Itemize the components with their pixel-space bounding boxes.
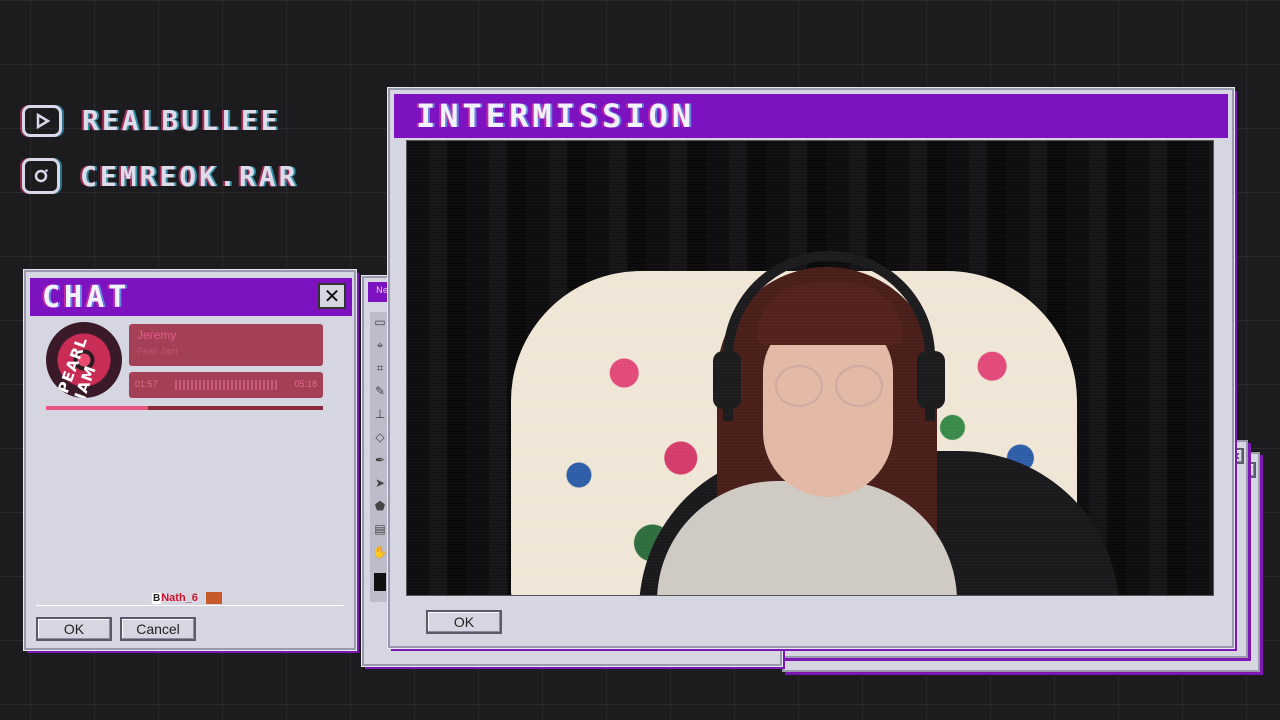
waveform [175, 380, 279, 390]
chat-username: Nath_6 [161, 592, 198, 604]
social-instagram: CEMREOK.RAR [22, 158, 298, 194]
now-playing-card: Jeremy Pearl Jam [129, 324, 323, 366]
paint-title: Ne [376, 286, 389, 296]
tool-palette: ▭ ⌖ ⌗ ✎ ⊥ ◇ ✒ ➤ ⬟ ▤ ✋ [370, 312, 390, 602]
intermission-title: INTERMISSION [416, 97, 696, 135]
chat-message: BNath_6 [152, 592, 222, 605]
pointer-tool-icon[interactable]: ➤ [371, 476, 389, 496]
ok-button[interactable]: OK [426, 610, 502, 634]
intermission-titlebar: INTERMISSION [394, 94, 1228, 138]
close-button[interactable]: ✕ [318, 283, 346, 309]
brush-tool-icon[interactable]: ✎ [371, 384, 389, 404]
cancel-button[interactable]: Cancel [120, 617, 196, 641]
select-tool-icon[interactable]: ▭ [371, 315, 389, 335]
hand-tool-icon[interactable]: ✋ [371, 545, 389, 565]
stamp-tool-icon[interactable]: ⊥ [371, 407, 389, 427]
album-art: PEARL JAM [46, 322, 122, 398]
user-badge: B [152, 593, 162, 604]
youtube-handle: REALBULLEE [82, 104, 281, 137]
text-tool-icon[interactable]: ▤ [371, 522, 389, 542]
instagram-icon [22, 158, 60, 194]
fill-tool-icon[interactable]: ⬟ [371, 499, 389, 519]
lasso-tool-icon[interactable]: ⌖ [371, 338, 389, 358]
crop-tool-icon[interactable]: ⌗ [371, 361, 389, 381]
progress-bar [46, 406, 323, 410]
chat-title: CHAT [42, 280, 131, 315]
album-art-text: PEARL JAM [54, 334, 100, 398]
chat-titlebar: CHAT ✕ [30, 278, 352, 316]
webcam-feed [406, 140, 1214, 596]
playback-bar: 01:57 05:18 [129, 372, 323, 398]
social-youtube: REALBULLEE [22, 104, 281, 137]
progress-fill [46, 406, 149, 410]
pen-tool-icon[interactable]: ✒ [371, 453, 389, 473]
ok-button[interactable]: OK [36, 617, 112, 641]
youtube-icon [22, 104, 62, 137]
divider [36, 605, 344, 606]
color-swatch[interactable] [374, 573, 386, 591]
intermission-window: INTERMISSION OK [388, 88, 1234, 648]
headphone-cup-left [713, 351, 741, 409]
headphone-cup-right [917, 351, 945, 409]
song-artist: Pearl Jam [137, 346, 178, 356]
song-title: Jeremy [137, 328, 177, 342]
chat-window: CHAT ✕ PEARL JAM Jeremy Pearl Jam 01:57 … [24, 270, 356, 650]
eraser-tool-icon[interactable]: ◇ [371, 430, 389, 450]
instagram-handle: CEMREOK.RAR [80, 159, 299, 193]
duration-time: 05:18 [294, 379, 317, 389]
elapsed-time: 01:57 [135, 379, 158, 389]
close-icon: ✕ [323, 284, 341, 308]
emote-icon [205, 592, 222, 605]
